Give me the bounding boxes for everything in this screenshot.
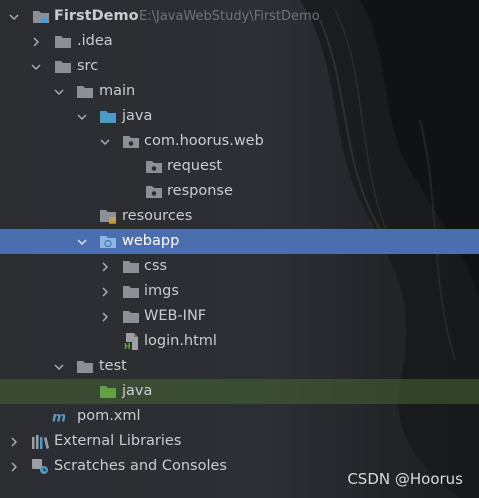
project-tree: FirstDemo E:\JavaWebStudy\FirstDemo .ide…: [0, 4, 479, 479]
web-folder-icon: [99, 229, 117, 254]
tree-row-package[interactable]: com.hoorus.web: [0, 129, 479, 154]
chevron-right-icon[interactable]: [99, 304, 111, 329]
tree-row-idea[interactable]: .idea: [0, 29, 479, 54]
tree-label: imgs: [144, 283, 179, 299]
package-icon: [122, 129, 140, 154]
tree-row-webinf[interactable]: WEB-INF: [0, 304, 479, 329]
tree-label: resources: [122, 208, 193, 224]
tree-label: java: [122, 108, 153, 124]
chevron-down-icon[interactable]: [53, 79, 65, 104]
tree-row-test[interactable]: test: [0, 354, 479, 379]
tree-row-main[interactable]: main: [0, 79, 479, 104]
tree-row-src[interactable]: src: [0, 54, 479, 79]
chevron-down-icon[interactable]: [76, 104, 88, 129]
folder-icon: [54, 54, 72, 79]
chevron-right-icon[interactable]: [8, 454, 20, 479]
tree-label: src: [77, 58, 99, 74]
folder-icon: [76, 354, 94, 379]
tree-label: java: [122, 383, 153, 399]
tree-row-resources[interactable]: resources: [0, 204, 479, 229]
svg-text:H: H: [124, 342, 131, 350]
project-path: E:\JavaWebStudy\FirstDemo: [139, 9, 320, 24]
test-folder-icon: [99, 379, 117, 404]
source-folder-icon: [99, 104, 117, 129]
chevron-down-icon[interactable]: [76, 229, 88, 254]
folder-icon: [122, 304, 140, 329]
tree-row-login-html[interactable]: H login.html: [0, 329, 479, 354]
tree-label: WEB-INF: [144, 308, 207, 324]
chevron-right-icon[interactable]: [30, 29, 42, 54]
folder-icon: [76, 79, 94, 104]
chevron-down-icon[interactable]: [99, 129, 111, 154]
package-icon: [145, 154, 163, 179]
chevron-down-icon[interactable]: [53, 354, 65, 379]
tree-label: request: [167, 158, 223, 174]
tree-row-request[interactable]: request: [0, 154, 479, 179]
tree-label: login.html: [144, 333, 217, 349]
module-folder-icon: [32, 4, 50, 29]
html-file-icon: H: [122, 329, 140, 354]
tree-label: External Libraries: [54, 433, 182, 449]
folder-icon: [122, 279, 140, 304]
tree-label: .idea: [77, 33, 113, 49]
chevron-down-icon[interactable]: [30, 54, 42, 79]
library-icon: [31, 429, 49, 454]
tree-row-firstdemo[interactable]: FirstDemo E:\JavaWebStudy\FirstDemo: [0, 4, 479, 29]
tree-label: css: [144, 258, 168, 274]
tree-label: response: [167, 183, 233, 199]
tree-row-response[interactable]: response: [0, 179, 479, 204]
project-name: FirstDemo: [54, 8, 139, 24]
tree-label: main: [99, 83, 136, 99]
tree-label: Scratches and Consoles: [54, 458, 227, 474]
tree-label: test: [99, 358, 127, 374]
chevron-down-icon[interactable]: [8, 4, 20, 29]
scratches-icon: [31, 454, 49, 479]
tree-label: com.hoorus.web: [144, 133, 264, 149]
chevron-right-icon[interactable]: [99, 279, 111, 304]
tree-label: pom.xml: [77, 408, 141, 424]
tree-row-webapp[interactable]: webapp: [0, 229, 479, 254]
package-icon: [145, 179, 163, 204]
tree-row-imgs[interactable]: imgs: [0, 279, 479, 304]
svg-text:m: m: [52, 409, 66, 425]
tree-label: webapp: [122, 233, 180, 249]
tree-row-external-libraries[interactable]: External Libraries: [0, 429, 479, 454]
tree-row-css[interactable]: css: [0, 254, 479, 279]
folder-icon: [54, 29, 72, 54]
folder-icon: [122, 254, 140, 279]
chevron-right-icon[interactable]: [8, 429, 20, 454]
tree-row-java-test[interactable]: java: [0, 379, 479, 404]
resources-folder-icon: [99, 204, 117, 229]
tree-row-java-source[interactable]: java: [0, 104, 479, 129]
maven-icon: m: [52, 404, 70, 429]
chevron-right-icon[interactable]: [99, 254, 111, 279]
tree-row-pom[interactable]: m pom.xml: [0, 404, 479, 429]
watermark: CSDN @Hoorus: [347, 470, 463, 488]
